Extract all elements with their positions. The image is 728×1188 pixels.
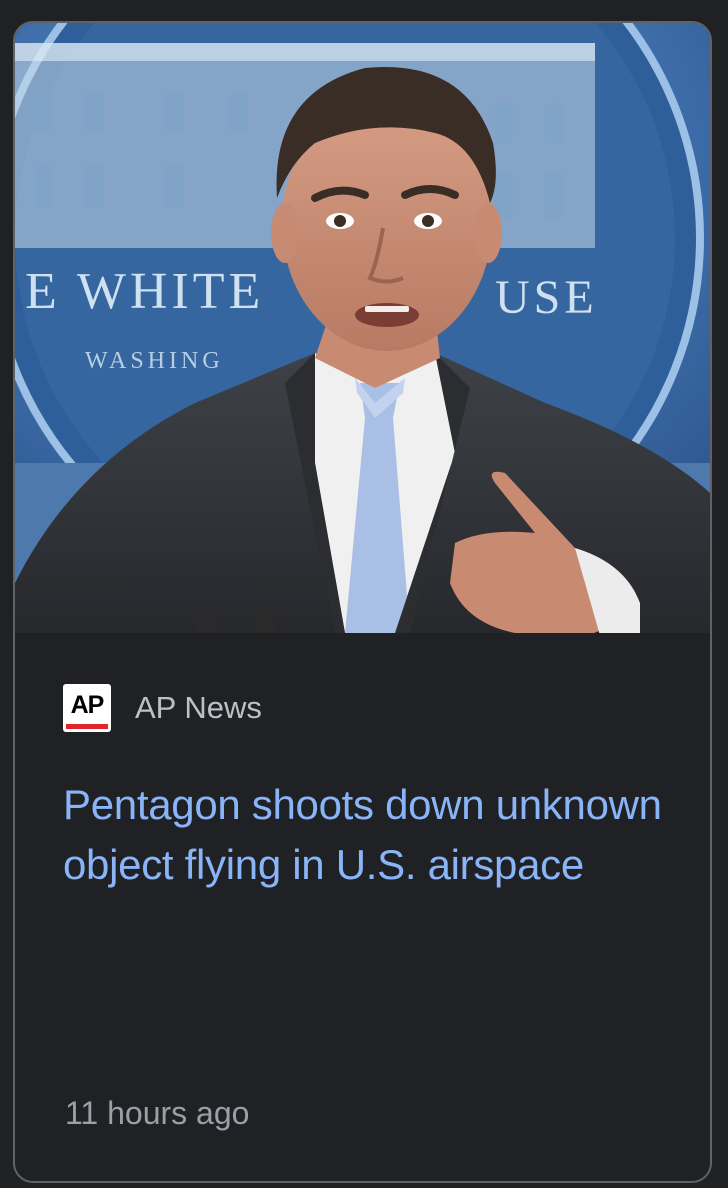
timestamp: 11 hours ago [65, 1095, 250, 1131]
ap-logo: AP [63, 684, 111, 732]
seal-text-2: WASHING [85, 348, 224, 374]
seal-text-1: E WHITE [25, 263, 264, 320]
hero-image[interactable]: E WHITE USE WASHING [15, 23, 710, 633]
ap-logo-text: AP [70, 690, 105, 719]
source-row: AP AP News [63, 683, 262, 733]
ap-logo-bar [66, 724, 108, 729]
source-name: AP News [135, 690, 262, 725]
hero-illustration: E WHITE USE WASHING [15, 23, 710, 633]
news-card[interactable]: E WHITE USE WASHING AP AP News Pentagon … [13, 21, 712, 1183]
seal-text-1b: USE [495, 271, 598, 324]
headline-link[interactable]: Pentagon shoots down unknown object flyi… [63, 775, 663, 895]
